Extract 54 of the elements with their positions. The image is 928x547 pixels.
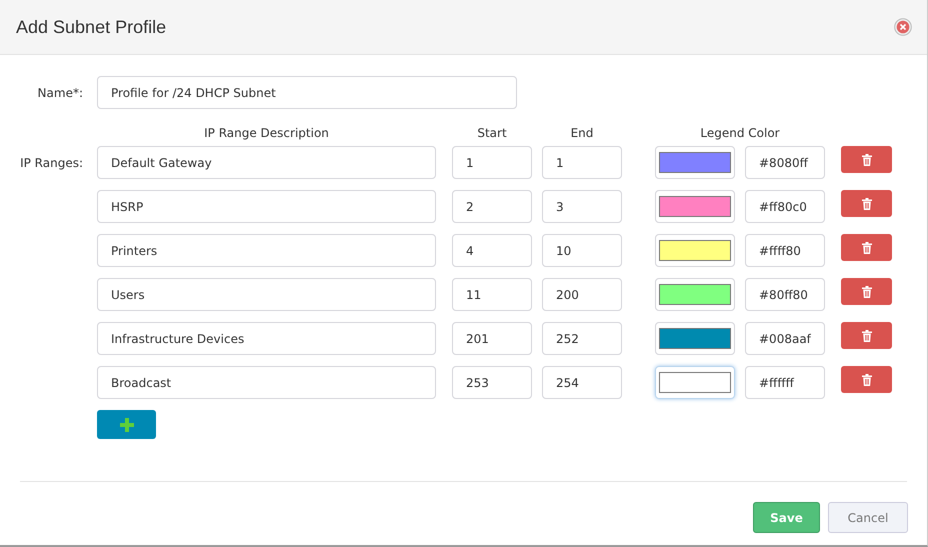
hex-field[interactable]: #ff80c0 xyxy=(745,190,825,223)
start-field[interactable]: 201 xyxy=(452,322,532,355)
column-header: End xyxy=(570,126,594,140)
cancel-button[interactable]: Cancel xyxy=(828,502,908,533)
delete-button[interactable] xyxy=(841,146,892,173)
delete-button[interactable] xyxy=(841,278,892,305)
end-field[interactable]: 1 xyxy=(542,146,622,179)
description-field[interactable]: Broadcast xyxy=(97,366,436,399)
color-picker[interactable] xyxy=(655,190,735,223)
end-field[interactable]: 200 xyxy=(542,278,622,311)
trash-icon xyxy=(862,242,872,254)
trash-icon xyxy=(862,154,872,166)
add-button[interactable] xyxy=(97,410,156,439)
color-picker[interactable] xyxy=(655,146,735,179)
description-field[interactable]: HSRP xyxy=(97,190,436,223)
dialog-title: Add Subnet Profile xyxy=(16,16,166,38)
description-field[interactable]: Infrastructure Devices xyxy=(97,322,436,355)
start-field[interactable]: 2 xyxy=(452,190,532,223)
column-header: IP Range Description xyxy=(203,126,330,140)
end-field[interactable]: 10 xyxy=(542,234,622,267)
description-field[interactable]: Printers xyxy=(97,234,436,267)
column-header: Legend Color xyxy=(699,126,781,140)
name-field[interactable]: Profile for /24 DHCP Subnet xyxy=(97,76,517,109)
hex-field[interactable]: #008aaf xyxy=(745,322,825,355)
start-field[interactable]: 11 xyxy=(452,278,532,311)
description-field[interactable]: Users xyxy=(97,278,436,311)
trash-icon xyxy=(862,374,872,386)
start-field[interactable]: 253 xyxy=(452,366,532,399)
trash-icon xyxy=(862,198,872,210)
start-field[interactable]: 4 xyxy=(452,234,532,267)
end-field[interactable]: 252 xyxy=(542,322,622,355)
delete-button[interactable] xyxy=(841,190,892,217)
end-field[interactable]: 3 xyxy=(542,190,622,223)
hex-field[interactable]: #80ff80 xyxy=(745,278,825,311)
end-field[interactable]: 254 xyxy=(542,366,622,399)
color-picker[interactable] xyxy=(655,234,735,267)
description-field[interactable]: Default Gateway xyxy=(97,146,436,179)
plus-icon xyxy=(120,418,134,432)
trash-icon xyxy=(862,286,872,298)
column-header: Start xyxy=(476,126,508,140)
hex-field[interactable]: #ffff80 xyxy=(745,234,825,267)
color-picker[interactable] xyxy=(655,278,735,311)
color-picker[interactable] xyxy=(655,366,735,399)
hex-field[interactable]: #8080ff xyxy=(745,146,825,179)
color-picker[interactable] xyxy=(655,322,735,355)
delete-button[interactable] xyxy=(841,322,892,349)
start-field[interactable]: 1 xyxy=(452,146,532,179)
ip-ranges-label: IP Ranges: xyxy=(19,156,83,170)
close-icon[interactable] xyxy=(894,18,912,36)
delete-button[interactable] xyxy=(841,234,892,261)
trash-icon xyxy=(862,330,872,342)
delete-button[interactable] xyxy=(841,366,892,393)
name-label: Name*: xyxy=(36,86,83,100)
hex-field[interactable]: #ffffff xyxy=(745,366,825,399)
